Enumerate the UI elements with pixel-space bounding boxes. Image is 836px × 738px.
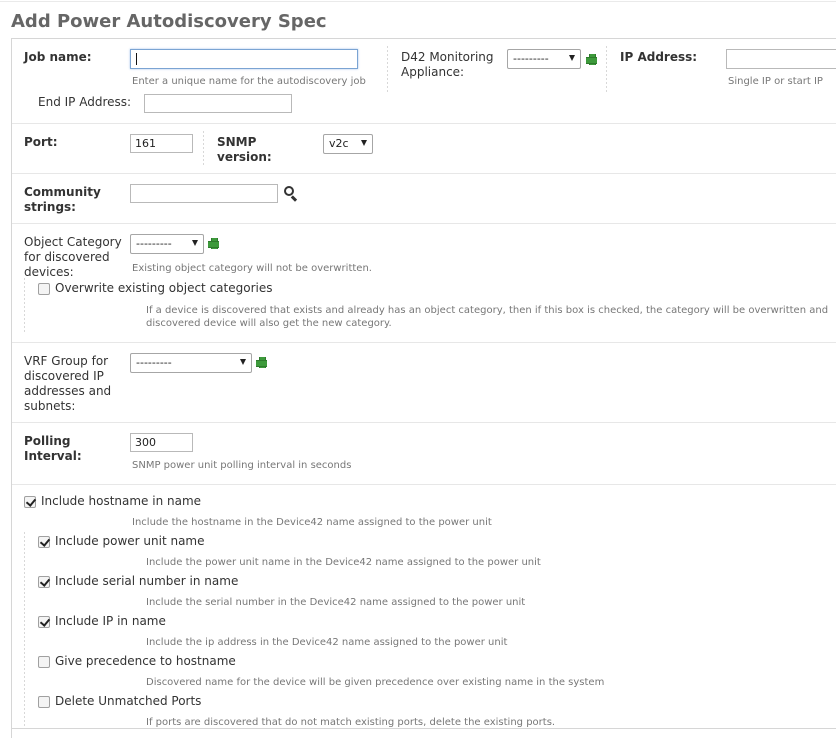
- indent-divider: [24, 532, 25, 728]
- chevron-down-icon: [192, 240, 198, 246]
- hostname-precedence-label: Give precedence to hostname: [55, 654, 236, 668]
- row-divider: [12, 422, 836, 423]
- snmp-version-select[interactable]: v2c: [323, 134, 373, 154]
- vrf-group-select[interactable]: ---------: [130, 353, 252, 373]
- snmp-version-label: SNMP version:: [217, 135, 272, 164]
- community-strings-input[interactable]: [130, 184, 278, 203]
- polling-interval-help: SNMP power unit polling interval in seco…: [132, 460, 352, 471]
- job-name-help: Enter a unique name for the autodiscover…: [132, 76, 366, 87]
- end-ip-label: End IP Address:: [38, 95, 132, 109]
- ip-address-help: Single IP or start IP: [728, 76, 823, 87]
- top-divider: [0, 1, 836, 2]
- appliance-selected: ---------: [513, 52, 549, 65]
- job-name-input[interactable]: [130, 49, 358, 69]
- hostname-precedence-help: Discovered name for the device will be g…: [146, 677, 605, 688]
- object-category-select[interactable]: ---------: [130, 234, 204, 254]
- column-divider: [203, 131, 204, 165]
- row-divider: [12, 123, 836, 124]
- row-divider: [12, 173, 836, 174]
- add-appliance-plus-icon[interactable]: [586, 54, 597, 65]
- include-power-unit-name-help: Include the power unit name in the Devic…: [146, 557, 541, 568]
- column-divider: [387, 46, 388, 92]
- include-hostname-label: Include hostname in name: [41, 494, 202, 508]
- text-caret: [136, 53, 137, 65]
- port-label: Port:: [24, 135, 58, 149]
- snmp-version-selected: v2c: [329, 137, 349, 150]
- ip-address-label: IP Address:: [620, 50, 698, 64]
- row-divider: [12, 223, 836, 224]
- include-serial-number-label: Include serial number in name: [55, 574, 239, 588]
- add-object-category-plus-icon[interactable]: [208, 238, 219, 249]
- object-category-label: Object Category for discovered devices:: [24, 235, 122, 279]
- delete-unmatched-ports-checkbox[interactable]: [38, 696, 50, 708]
- community-strings-label: Community strings:: [24, 185, 101, 214]
- row-divider: [12, 484, 836, 485]
- ip-address-input[interactable]: [726, 49, 836, 69]
- delete-unmatched-ports-label: Delete Unmatched Ports: [55, 694, 202, 708]
- overwrite-categories-label: Overwrite existing object categories: [55, 281, 273, 295]
- appliance-select[interactable]: ---------: [507, 49, 581, 69]
- page-title: Add Power Autodiscovery Spec: [11, 11, 327, 32]
- end-ip-input[interactable]: [144, 94, 292, 113]
- object-category-help: Existing object category will not be ove…: [132, 263, 372, 274]
- include-serial-number-help: Include the serial number in the Device4…: [146, 597, 526, 608]
- overwrite-categories-help: If a device is discovered that exists an…: [146, 305, 829, 329]
- chevron-down-icon: [569, 55, 575, 61]
- add-vrf-group-plus-icon[interactable]: [256, 357, 267, 368]
- overwrite-categories-checkbox[interactable]: [38, 283, 50, 295]
- search-icon[interactable]: [284, 186, 298, 202]
- polling-interval-label: Polling Interval:: [24, 434, 82, 463]
- hostname-precedence-checkbox[interactable]: [38, 656, 50, 668]
- include-ip-label: Include IP in name: [55, 614, 166, 628]
- bottom-divider: [12, 728, 836, 729]
- port-input[interactable]: [130, 134, 193, 153]
- include-serial-number-checkbox[interactable]: [38, 576, 50, 588]
- chevron-down-icon: [240, 359, 246, 365]
- chevron-down-icon: [361, 140, 367, 146]
- row-divider: [12, 342, 836, 343]
- include-ip-checkbox[interactable]: [38, 616, 50, 628]
- indent-divider: [24, 278, 25, 334]
- include-power-unit-name-checkbox[interactable]: [38, 536, 50, 548]
- vrf-group-selected: ---------: [136, 356, 172, 369]
- appliance-label: D42 Monitoring Appliance:: [401, 50, 494, 79]
- polling-interval-input[interactable]: [130, 433, 193, 452]
- include-hostname-checkbox[interactable]: [24, 496, 36, 508]
- job-name-label: Job name:: [24, 50, 92, 64]
- column-divider: [606, 46, 607, 92]
- include-power-unit-name-label: Include power unit name: [55, 534, 205, 548]
- object-category-selected: ---------: [136, 237, 172, 250]
- include-hostname-help: Include the hostname in the Device42 nam…: [132, 517, 492, 528]
- vrf-group-label: VRF Group for discovered IP addresses an…: [24, 354, 112, 413]
- include-ip-help: Include the ip address in the Device42 n…: [146, 637, 508, 648]
